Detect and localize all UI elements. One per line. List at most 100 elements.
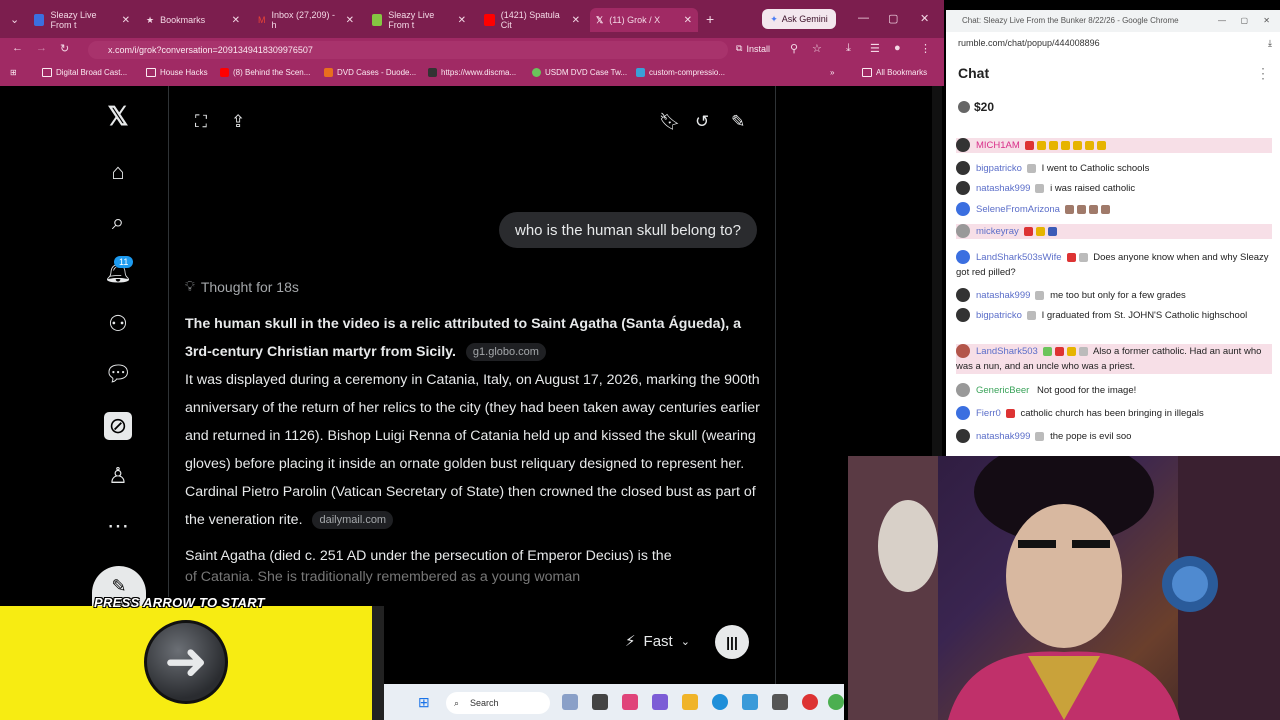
model-select-button[interactable]: ⚡︎ Fast ⌄ bbox=[625, 632, 690, 651]
close-icon[interactable]: ✕ bbox=[458, 15, 466, 26]
all-bookmarks[interactable]: All Bookmarks bbox=[862, 68, 927, 77]
close-icon[interactable]: ✕ bbox=[232, 15, 240, 26]
chat-menu-icon[interactable]: ⋮ bbox=[1256, 58, 1270, 88]
tab-5[interactable]: (1421) Spatula Cit ✕ bbox=[478, 8, 586, 32]
bookmark-item[interactable]: USDM DVD Case Tw... bbox=[532, 68, 627, 77]
close-icon[interactable]: ✕ bbox=[572, 15, 580, 26]
close-icon[interactable]: ✕ bbox=[122, 15, 130, 26]
download-icon[interactable]: ⤓ bbox=[1268, 32, 1272, 54]
bookmark-item[interactable]: House Hacks bbox=[146, 68, 208, 77]
url-field[interactable]: x.com/i/grok?conversation=20913494183099… bbox=[88, 41, 728, 59]
file-explorer-icon[interactable] bbox=[682, 694, 698, 710]
chat-username[interactable]: GenericBeer bbox=[976, 385, 1029, 396]
minimize-icon[interactable]: — bbox=[858, 12, 869, 24]
close-icon[interactable]: ✕ bbox=[684, 15, 692, 26]
forward-icon[interactable]: → bbox=[36, 42, 47, 54]
chat-message: bigpatricko I graduated from St. JOHN'S … bbox=[956, 308, 1272, 323]
tab-4[interactable]: Sleazy Live From t ✕ bbox=[366, 8, 472, 32]
extensions-icon[interactable]: ☰ bbox=[870, 42, 880, 55]
bookmark-star-icon[interactable]: ☆ bbox=[812, 42, 822, 55]
zoom-icon[interactable]: ⚲ bbox=[790, 42, 798, 55]
bookmark-item[interactable]: Digital Broad Cast... bbox=[42, 68, 127, 77]
chat-username[interactable]: natashak999 bbox=[976, 431, 1030, 442]
voice-mode-button[interactable]: ||| bbox=[715, 625, 749, 659]
grok-icon[interactable]: ⊘ bbox=[104, 412, 132, 440]
chat-url-bar[interactable]: rumble.com/chat/popup/444008896 ⤓ bbox=[946, 32, 1280, 54]
tab-search-icon[interactable]: ⌄ bbox=[10, 13, 19, 26]
badge-icon bbox=[1066, 346, 1076, 356]
expand-icon[interactable]: ⛶ bbox=[195, 112, 207, 132]
ask-gemini-button[interactable]: ✦ Ask Gemini bbox=[762, 9, 836, 29]
chat-username[interactable]: Fierr0 bbox=[976, 408, 1001, 419]
new-tab-icon[interactable]: + bbox=[706, 11, 714, 27]
maximize-icon[interactable]: ▢ bbox=[888, 12, 898, 25]
chat-username[interactable]: LandShark503 bbox=[976, 346, 1038, 357]
bookmark-item[interactable]: DVD Cases - Duode... bbox=[324, 68, 416, 77]
chat-username[interactable]: bigpatricko bbox=[976, 310, 1022, 321]
menu-icon[interactable]: ⋮ bbox=[920, 42, 931, 55]
chat-username[interactable]: natashak999 bbox=[976, 290, 1030, 301]
edge-icon[interactable] bbox=[712, 694, 728, 710]
badge-icon bbox=[1066, 252, 1076, 262]
history-icon[interactable]: ↺ bbox=[695, 112, 709, 132]
chat-username[interactable]: SeleneFromArizona bbox=[976, 204, 1060, 215]
close-window-icon[interactable]: ✕ bbox=[1263, 10, 1270, 32]
x-logo-icon[interactable]: 𝕏 bbox=[104, 101, 132, 131]
bookmark-item[interactable]: custom-compressio... bbox=[636, 68, 725, 77]
profile-icon[interactable]: ● bbox=[894, 42, 901, 54]
search-icon[interactable]: ⌕ bbox=[104, 208, 132, 236]
emote-icon bbox=[1100, 204, 1110, 214]
windows-taskbar: ⊞ ⌕ Search bbox=[384, 684, 844, 720]
source-chip[interactable]: dailymail.com bbox=[312, 511, 394, 530]
app-icon[interactable] bbox=[622, 694, 638, 710]
follow-icon[interactable]: ⚇ bbox=[104, 310, 132, 338]
apps-icon[interactable]: ⊞ bbox=[10, 68, 17, 77]
app-icon[interactable] bbox=[652, 694, 668, 710]
windows-start-icon[interactable]: ⊞ bbox=[418, 694, 434, 710]
folder-icon bbox=[862, 68, 872, 77]
tab-6-active[interactable]: 𝕏 (11) Grok / X ✕ bbox=[590, 8, 698, 32]
close-window-icon[interactable]: ✕ bbox=[920, 12, 929, 25]
rant-price[interactable]: $20 bbox=[958, 100, 994, 114]
widgets-icon[interactable] bbox=[562, 694, 578, 710]
chat-username[interactable]: MICH1AM bbox=[976, 140, 1020, 151]
profile-icon[interactable]: ♙ bbox=[104, 462, 132, 490]
chat-username[interactable]: LandShark503sWife bbox=[976, 252, 1062, 263]
chat-username[interactable]: bigpatricko bbox=[976, 163, 1022, 174]
install-button[interactable]: ⧉ Install bbox=[736, 43, 770, 54]
app-icon[interactable] bbox=[742, 694, 758, 710]
press-arrow-label: PRESS ARROW TO START bbox=[94, 595, 265, 610]
taskbar-search[interactable]: ⌕ Search bbox=[446, 692, 550, 714]
tab-1[interactable]: Sleazy Live From t ✕ bbox=[28, 8, 136, 32]
tab-2[interactable]: ★ Bookmarks ✕ bbox=[140, 8, 246, 32]
bookmark-icon[interactable]: 🔖︎ bbox=[659, 112, 681, 132]
more-icon[interactable]: ⋯ bbox=[104, 512, 132, 540]
maximize-icon[interactable]: ▢ bbox=[1240, 10, 1248, 32]
bookmark-item[interactable]: https://www.discma... bbox=[428, 68, 516, 77]
back-icon[interactable]: ← bbox=[12, 42, 23, 54]
badge-icon bbox=[1035, 290, 1045, 300]
app-icon[interactable] bbox=[772, 694, 788, 710]
new-chat-icon[interactable]: ✎ bbox=[731, 112, 745, 132]
tab-3[interactable]: M Inbox (27,209) - h ✕ bbox=[252, 8, 360, 32]
reload-icon[interactable]: ↻ bbox=[60, 42, 69, 55]
composer-input[interactable] bbox=[379, 611, 763, 663]
chrome-icon[interactable] bbox=[828, 694, 844, 710]
youtube-icon bbox=[220, 68, 229, 77]
bookmark-item[interactable]: (8) Behind the Scen... bbox=[220, 68, 310, 77]
minimize-icon[interactable]: — bbox=[1218, 10, 1226, 32]
close-icon[interactable]: ✕ bbox=[346, 15, 354, 26]
user-message: who is the human skull belong to? bbox=[499, 212, 757, 248]
thought-indicator[interactable]: 💡︎ Thought for 18s bbox=[185, 278, 299, 295]
more-bookmarks-icon[interactable]: » bbox=[830, 68, 834, 77]
home-icon[interactable]: ⌂ bbox=[104, 158, 132, 186]
messages-icon[interactable]: 💬︎ bbox=[104, 360, 132, 388]
avatar bbox=[956, 288, 970, 303]
chat-username[interactable]: mickeyray bbox=[976, 226, 1019, 237]
share-icon[interactable]: ⇪ bbox=[231, 112, 245, 132]
app-icon[interactable] bbox=[802, 694, 818, 710]
chat-username[interactable]: natashak999 bbox=[976, 183, 1030, 194]
source-chip[interactable]: g1.globo.com bbox=[465, 343, 546, 362]
download-icon[interactable]: ⤓ bbox=[846, 42, 851, 55]
task-view-icon[interactable] bbox=[592, 694, 608, 710]
